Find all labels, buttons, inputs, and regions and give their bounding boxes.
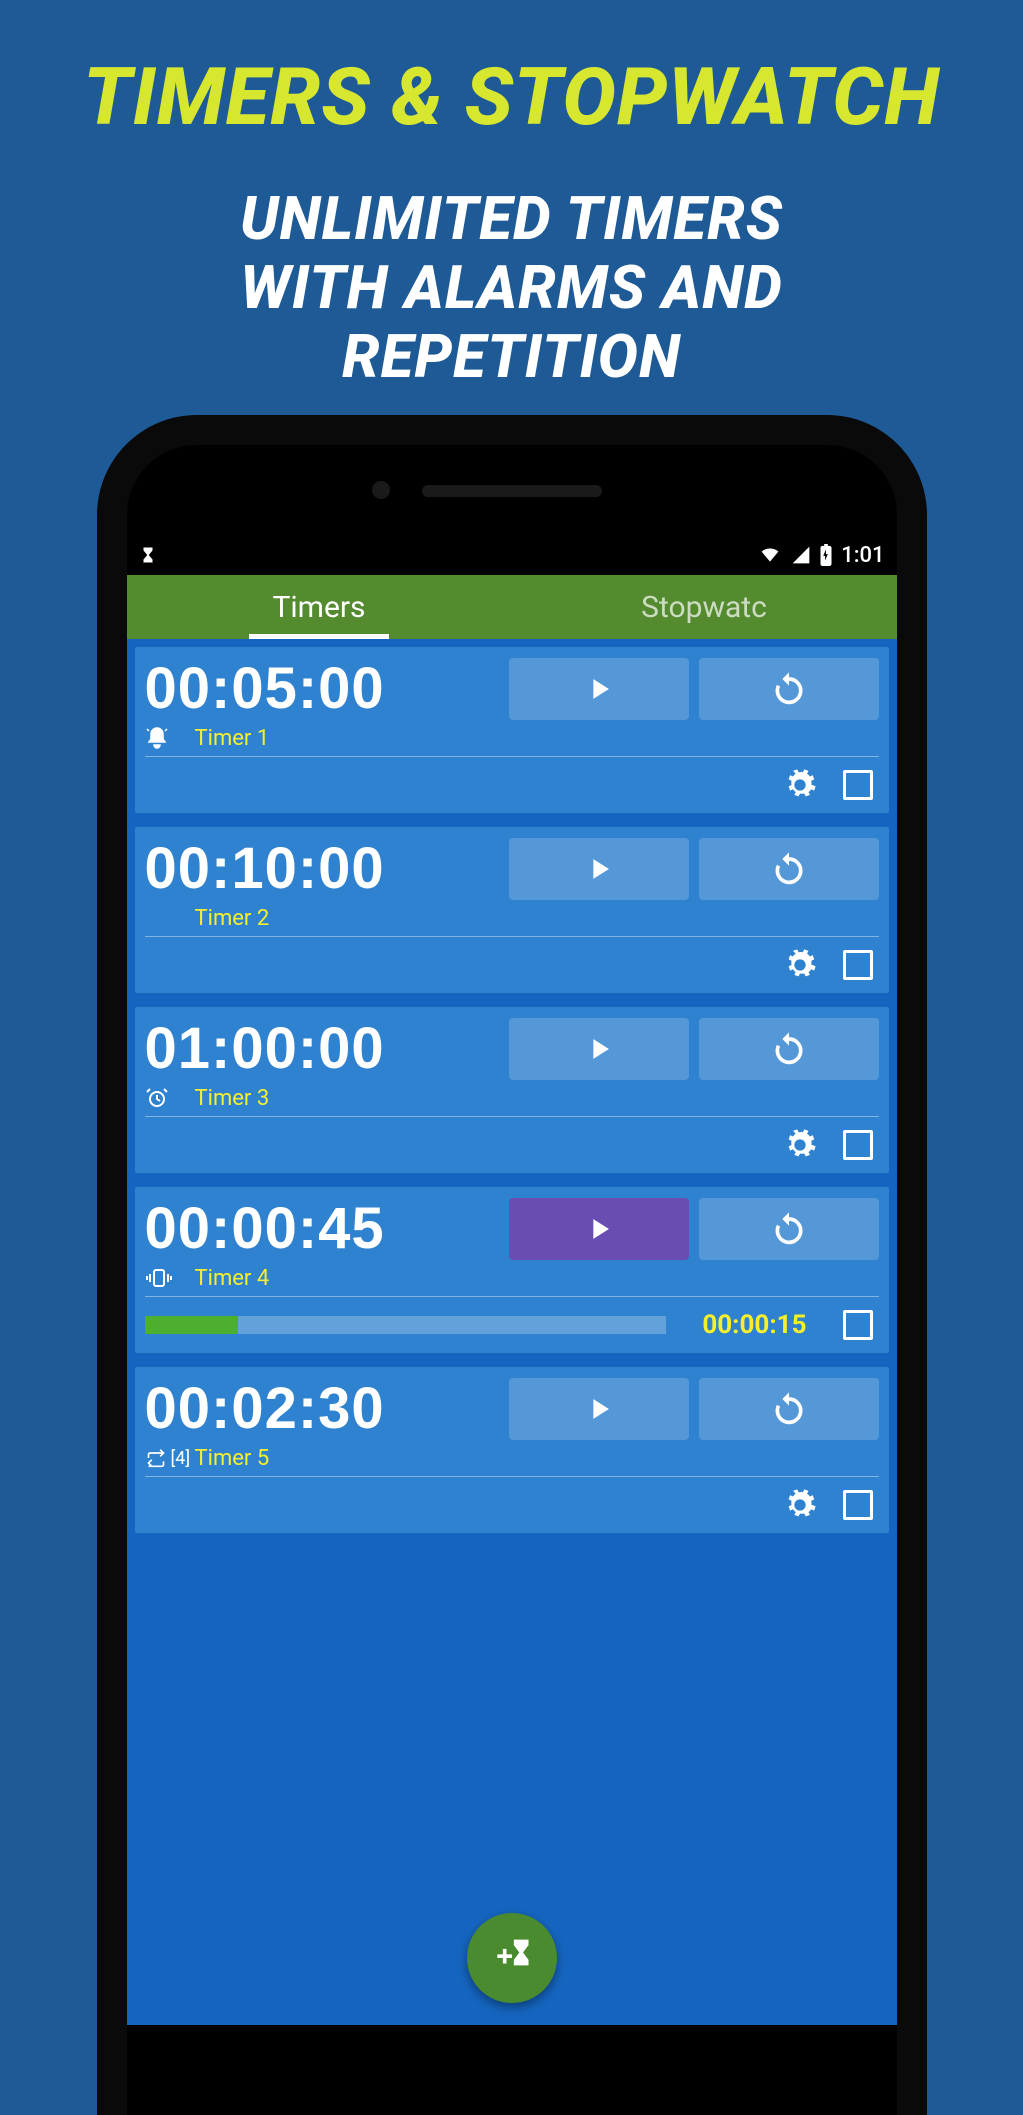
timer-name[interactable]: Timer 4 [195, 1266, 270, 1291]
tab-stopwatch[interactable]: Stopwatc [512, 575, 897, 639]
play-icon [582, 1212, 616, 1246]
timer-card: 00:10:00 Timer 2 [135, 827, 889, 993]
tab-stopwatch-label: Stopwatc [641, 590, 767, 625]
tab-bar: Timers Stopwatc [127, 575, 897, 639]
repeat-count: [4] [171, 1448, 191, 1469]
play-button[interactable] [509, 1018, 689, 1080]
phone-frame: 1:01 Timers Stopwatc 00:05:00 Timer 1 00:1… [97, 415, 927, 2115]
timer-card: 00:05:00 Timer 1 [135, 647, 889, 813]
settings-button[interactable] [783, 948, 817, 982]
timer-card: 01:00:00 Timer 3 [135, 1007, 889, 1173]
play-button[interactable] [509, 1378, 689, 1440]
play-button[interactable] [509, 658, 689, 720]
status-bar: 1:01 [127, 535, 897, 575]
timer-list: 00:05:00 Timer 1 00:10:00 Timer 2 01:00:00 Ti… [127, 639, 897, 1541]
history-icon [769, 1029, 809, 1069]
status-time: 1:01 [841, 543, 884, 568]
history-icon [769, 1209, 809, 1249]
play-icon [582, 1032, 616, 1066]
add-timer-button[interactable] [467, 1913, 557, 2003]
reset-button[interactable] [699, 1378, 879, 1440]
timer-duration[interactable]: 00:05:00 [145, 655, 499, 722]
hourglass-icon [139, 545, 157, 565]
play-icon [582, 672, 616, 706]
progress-bar [145, 1316, 667, 1334]
reset-button[interactable] [699, 838, 879, 900]
elapsed-time: 00:00:15 [702, 1310, 806, 1340]
select-checkbox[interactable] [843, 1490, 873, 1520]
alarm-clock-icon [145, 1086, 169, 1110]
history-icon [769, 849, 809, 889]
timer-name[interactable]: Timer 3 [195, 1086, 270, 1111]
app-screen: 1:01 Timers Stopwatc 00:05:00 Timer 1 00:1… [127, 535, 897, 2025]
timer-name[interactable]: Timer 5 [195, 1446, 270, 1471]
select-checkbox[interactable] [843, 950, 873, 980]
battery-icon [819, 544, 833, 566]
play-button[interactable] [509, 838, 689, 900]
history-icon [769, 669, 809, 709]
timer-duration[interactable]: 00:00:45 [145, 1195, 499, 1262]
timer-name[interactable]: Timer 2 [195, 906, 270, 931]
repeat-icon [145, 1448, 167, 1468]
promo-subtitle: UNLIMITED TIMERS WITH ALARMS AND REPETIT… [0, 184, 1023, 391]
timer-duration[interactable]: 01:00:00 [145, 1015, 499, 1082]
settings-button[interactable] [783, 768, 817, 802]
settings-button[interactable] [783, 1128, 817, 1162]
timer-card: 00:02:30 [4]Timer 5 [135, 1367, 889, 1533]
bell-icon [145, 726, 169, 750]
history-icon [769, 1389, 809, 1429]
add-hourglass-icon [490, 1936, 534, 1980]
play-icon [582, 852, 616, 886]
play-button[interactable] [509, 1198, 689, 1260]
settings-button[interactable] [783, 1488, 817, 1522]
tab-timers[interactable]: Timers [127, 575, 512, 639]
wifi-icon [757, 545, 783, 565]
reset-button[interactable] [699, 658, 879, 720]
timer-duration[interactable]: 00:10:00 [145, 835, 499, 902]
reset-button[interactable] [699, 1018, 879, 1080]
timer-name[interactable]: Timer 1 [195, 726, 270, 751]
signal-icon [791, 545, 811, 565]
vibrate-icon [145, 1268, 173, 1288]
select-checkbox[interactable] [843, 1130, 873, 1160]
tab-timers-label: Timers [272, 590, 365, 625]
select-checkbox[interactable] [843, 770, 873, 800]
timer-card: 00:00:45 Timer 4 00:00:15 [135, 1187, 889, 1353]
promo-title: TIMERS & STOPWATCH [0, 0, 1023, 144]
reset-button[interactable] [699, 1198, 879, 1260]
select-checkbox[interactable] [843, 1310, 873, 1340]
timer-duration[interactable]: 00:02:30 [145, 1375, 499, 1442]
play-icon [582, 1392, 616, 1426]
